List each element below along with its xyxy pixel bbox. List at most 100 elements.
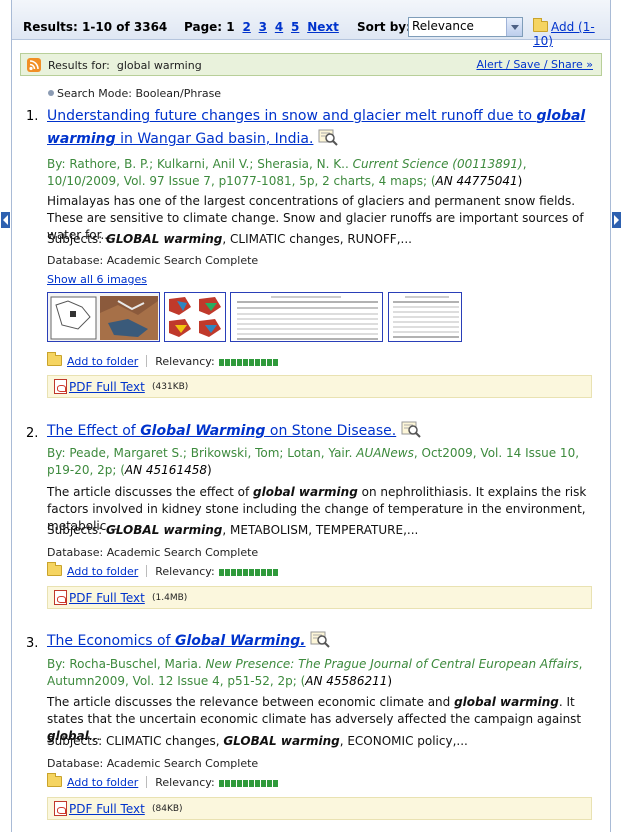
sort-select-value: Relevance	[412, 19, 474, 33]
add-to-folder-link[interactable]: Add to folder	[67, 776, 138, 789]
subjects-label: Subjects:	[47, 232, 103, 246]
relevancy-label: Relevancy:	[155, 565, 215, 578]
pdf-icon[interactable]	[54, 801, 67, 816]
pdf-size: (431KB)	[152, 382, 189, 392]
add-to-folder-link[interactable]: Add to folder	[67, 355, 138, 368]
accession-number: AN 44775041	[435, 174, 518, 188]
image-thumbnail-table[interactable]	[230, 292, 383, 342]
result-citation: By: Peade, Margaret S.; Brikowski, Tom; …	[47, 445, 592, 479]
subject-highlight[interactable]: GLOBAL warming	[106, 232, 222, 246]
result-subjects: Subjects: GLOBAL warming, METABOLISM, TE…	[47, 523, 418, 537]
previous-result-arrow-icon[interactable]	[1, 212, 10, 228]
image-thumbnail-maps[interactable]	[164, 292, 226, 342]
alert-save-share-link[interactable]: Alert / Save / Share »	[476, 58, 593, 71]
page-link-3[interactable]: 3	[259, 20, 267, 34]
sort-select[interactable]: Relevance	[408, 17, 523, 37]
results-for-label: Results for:	[48, 59, 110, 72]
next-result-arrow-icon[interactable]	[612, 212, 621, 228]
abstract-text: The article discusses the effect of	[47, 485, 253, 499]
result-title-link[interactable]: Understanding future changes in snow and…	[47, 108, 585, 147]
divider	[146, 355, 148, 367]
results-for-text: Results for: global warming	[48, 59, 202, 72]
title-text: The Effect of	[47, 423, 141, 439]
journal-link[interactable]: AUANews	[356, 446, 414, 460]
subject-list-start[interactable]: CLIMATIC changes,	[106, 734, 223, 748]
title-text-end: on Stone Disease.	[265, 423, 397, 439]
subject-highlight[interactable]: GLOBAL warming	[106, 523, 222, 537]
relevancy-bar	[218, 777, 279, 790]
preview-magnifier-icon[interactable]	[310, 631, 330, 648]
accession-close: )	[387, 674, 393, 688]
accession-close: )	[206, 463, 212, 477]
result-database: Database: Academic Search Complete	[47, 757, 259, 770]
pdf-full-text-bar: PDF Full Text (1.4MB)	[47, 586, 592, 609]
relevancy-bar	[218, 356, 279, 369]
image-thumbnail-map[interactable]	[47, 292, 160, 342]
title-text-end: in Wangar Gad basin, India.	[115, 131, 314, 147]
sort-label: Sort by:	[357, 20, 411, 34]
result-actions: Add to folder Relevancy:	[47, 562, 279, 581]
result-actions: Add to folder Relevancy:	[47, 352, 279, 371]
result-number: 1.	[26, 109, 39, 124]
journal-link[interactable]: New Presence: The Prague Journal of Cent…	[206, 657, 579, 671]
page-link-4[interactable]: 4	[275, 20, 283, 34]
image-thumbnail-data-table[interactable]	[388, 292, 462, 342]
result-citation: By: Rathore, B. P.; Kulkarni, Anil V.; S…	[47, 156, 592, 190]
pdf-full-text-link[interactable]: PDF Full Text	[69, 380, 145, 394]
result-subjects: Subjects: GLOBAL warming, CLIMATIC chang…	[47, 232, 412, 246]
pdf-full-text-bar: PDF Full Text (84KB)	[47, 797, 592, 820]
journal-link[interactable]: Current Science (00113891)	[353, 157, 523, 171]
subject-list[interactable]: , CLIMATIC changes, RUNOFF,...	[222, 232, 412, 246]
rss-icon[interactable]	[27, 58, 41, 72]
authors: By: Peade, Margaret S.; Brikowski, Tom; …	[47, 446, 353, 460]
subject-list[interactable]: , ECONOMIC policy,...	[340, 734, 468, 748]
authors: By: Rocha-Buschel, Maria.	[47, 657, 202, 671]
title-highlight: Global Warming	[140, 423, 266, 439]
results-toolbar: Results: 1-10 of 3364 Page: 1 2 3 4 5 Ne…	[12, 0, 610, 48]
preview-magnifier-icon[interactable]	[401, 421, 421, 438]
divider	[146, 776, 148, 788]
result-title[interactable]: The Economics of Global Warming.	[47, 630, 592, 653]
result-citation: By: Rocha-Buschel, Maria. New Presence: …	[47, 656, 592, 690]
search-mode: Search Mode: Boolean/Phrase	[48, 87, 221, 100]
accession-close: )	[517, 174, 523, 188]
relevancy-bar	[218, 566, 279, 579]
abstract-highlight: global warming	[253, 485, 358, 499]
pdf-size: (84KB)	[152, 804, 183, 814]
subject-highlight[interactable]: GLOBAL warming	[223, 734, 339, 748]
relevancy-label: Relevancy:	[155, 776, 215, 789]
add-all-to-folder[interactable]: Add (1-10)	[533, 18, 610, 48]
search-mode-text: Search Mode: Boolean/Phrase	[57, 87, 222, 100]
pdf-icon[interactable]	[54, 590, 67, 605]
pdf-icon[interactable]	[54, 379, 67, 394]
preview-magnifier-icon[interactable]	[318, 129, 338, 146]
pdf-full-text-link[interactable]: PDF Full Text	[69, 802, 145, 816]
results-panel: Results: 1-10 of 3364 Page: 1 2 3 4 5 Ne…	[11, 0, 611, 832]
result-number: 2.	[26, 426, 39, 441]
bullet-icon	[48, 90, 54, 96]
results-for-bar: Results for: global warming Alert / Save…	[20, 53, 602, 76]
abstract-text: The article discusses the relevance betw…	[47, 695, 455, 709]
show-all-images-link[interactable]: Show all 6 images	[47, 273, 147, 286]
title-text: Understanding future changes in snow and…	[47, 108, 537, 124]
page-link-5[interactable]: 5	[291, 20, 299, 34]
subject-list[interactable]: , METABOLISM, TEMPERATURE,...	[222, 523, 418, 537]
result-title-link[interactable]: The Effect of Global Warming on Stone Di…	[47, 423, 396, 439]
subjects-label: Subjects:	[47, 734, 103, 748]
result-title[interactable]: Understanding future changes in snow and…	[47, 105, 592, 151]
divider	[146, 565, 148, 577]
next-page-link[interactable]: Next	[307, 20, 339, 34]
page-link-2[interactable]: 2	[242, 20, 250, 34]
result-database: Database: Academic Search Complete	[47, 546, 259, 559]
results-count: Results: 1-10 of 3364	[23, 20, 168, 34]
search-query: global warming	[116, 59, 202, 72]
accession-number: AN 45161458	[124, 463, 207, 477]
result-title-link[interactable]: The Economics of Global Warming.	[47, 633, 306, 649]
pdf-size: (1.4MB)	[152, 593, 188, 603]
pdf-full-text-link[interactable]: PDF Full Text	[69, 591, 145, 605]
chevron-down-icon[interactable]	[506, 18, 522, 36]
add-to-folder-link[interactable]: Add to folder	[67, 565, 138, 578]
folder-icon	[533, 18, 548, 32]
result-title[interactable]: The Effect of Global Warming on Stone Di…	[47, 420, 592, 443]
abstract-highlight: global warming	[454, 695, 559, 709]
